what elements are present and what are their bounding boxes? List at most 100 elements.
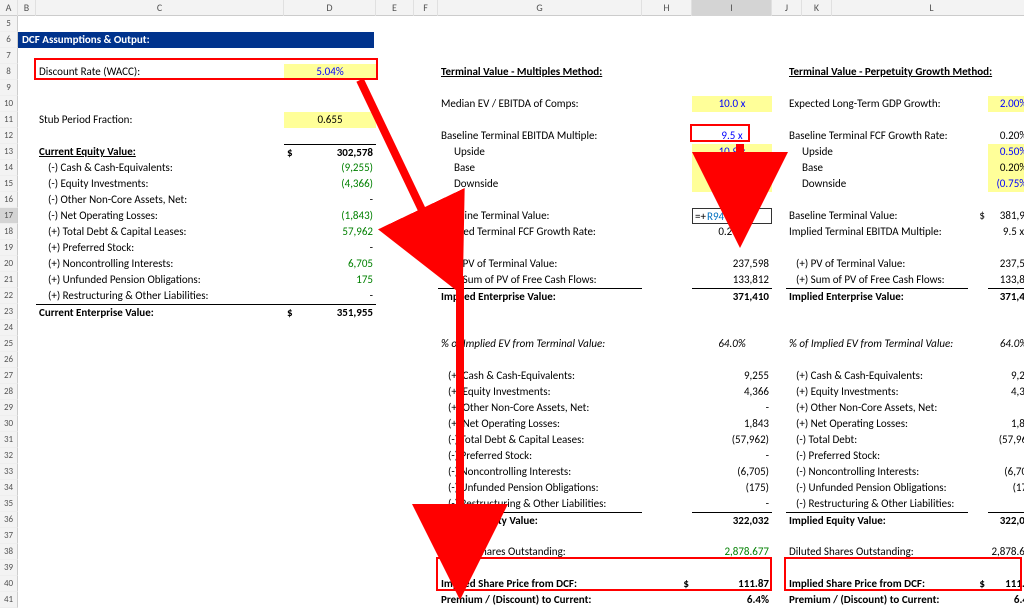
r-upside-value[interactable]: 0.50% (988, 144, 1024, 160)
spreadsheet-body[interactable]: DCF Assumptions & Output: Discount Rate … (18, 16, 1024, 608)
row-18[interactable]: 18 (0, 224, 18, 240)
row-29[interactable]: 29 (0, 400, 18, 416)
r-adj-val[interactable]: 9,255 (988, 368, 1024, 384)
adj-val[interactable]: (4,366) (284, 176, 376, 192)
row-25[interactable]: 25 (0, 336, 18, 352)
row-38[interactable]: 38 (0, 544, 18, 560)
upside-value[interactable]: 10.9 x (692, 144, 772, 160)
row-5[interactable]: 5 (0, 16, 18, 32)
r-pvtv-value[interactable]: 237,598 (988, 256, 1024, 272)
row-21[interactable]: 21 (0, 272, 18, 288)
col-H[interactable]: H (642, 0, 692, 16)
item-value[interactable]: 9.5 x (988, 224, 1024, 240)
isp-value[interactable]: 111.87 (692, 576, 772, 592)
pct-value[interactable]: 64.0% (692, 336, 772, 352)
r-pct-value[interactable]: 64.0% (988, 336, 1024, 352)
row-12[interactable]: 12 (0, 128, 18, 144)
adj-val[interactable]: 6,705 (284, 256, 376, 272)
r-iev-value[interactable]: 371,410 (988, 288, 1024, 304)
median-ev-value[interactable]: 10.0 x (692, 96, 772, 112)
row-headers[interactable]: 5678910111213141516171819202122232425262… (0, 16, 18, 608)
column-headers[interactable]: A B C D E F G H I J K L M N (0, 0, 1024, 16)
r-ieqv-value[interactable]: 322,032 (988, 512, 1024, 528)
row-11[interactable]: 11 (0, 112, 18, 128)
m-adj-val[interactable]: (6,705) (692, 464, 772, 480)
m-adj-val[interactable]: 1,843 (692, 416, 772, 432)
row-19[interactable]: 19 (0, 240, 18, 256)
r-adj-val[interactable]: (175) (988, 480, 1024, 496)
col-B[interactable]: B (18, 0, 36, 16)
m-adj-val[interactable]: - (692, 496, 772, 512)
adj-val[interactable]: (1,843) (284, 208, 376, 224)
m-adj-val[interactable]: - (692, 448, 772, 464)
col-D[interactable]: D (284, 0, 376, 16)
wacc-value[interactable]: 5.04% (284, 64, 376, 80)
row-28[interactable]: 28 (0, 384, 18, 400)
r-adj-val[interactable]: - (988, 448, 1024, 464)
row-30[interactable]: 30 (0, 416, 18, 432)
r-prem-value[interactable]: 6.4% (988, 592, 1024, 608)
r-pvfcf-value[interactable]: 133,812 (988, 272, 1024, 288)
prem-value[interactable]: 6.4% (692, 592, 772, 608)
col-J[interactable]: J (772, 0, 802, 16)
gdp-value[interactable]: 2.00% (988, 96, 1024, 112)
row-7[interactable]: 7 (0, 48, 18, 64)
row-14[interactable]: 14 (0, 160, 18, 176)
row-41[interactable]: 41 (0, 592, 18, 608)
row-17[interactable]: 17 (0, 208, 18, 224)
r-adj-val[interactable]: 1,843 (988, 416, 1024, 432)
row-13[interactable]: 13 (0, 144, 18, 160)
row-27[interactable]: 27 (0, 368, 18, 384)
r-down-value[interactable]: (0.75%) (988, 176, 1024, 192)
row-6[interactable]: 6 (0, 32, 18, 48)
iev-value[interactable]: 371,410 (692, 288, 772, 304)
stub-value[interactable]: 0.655 (284, 112, 376, 128)
m-adj-val[interactable]: 4,366 (692, 384, 772, 400)
row-37[interactable]: 37 (0, 528, 18, 544)
row-40[interactable]: 40 (0, 576, 18, 592)
base-value[interactable]: 9.5 x (692, 160, 772, 176)
adj-val[interactable]: - (284, 192, 376, 208)
row-36[interactable]: 36 (0, 512, 18, 528)
adj-val[interactable]: - (284, 240, 376, 256)
col-A[interactable]: A (0, 0, 18, 16)
row-20[interactable]: 20 (0, 256, 18, 272)
row-9[interactable]: 9 (0, 80, 18, 96)
row-16[interactable]: 16 (0, 192, 18, 208)
col-E[interactable]: E (376, 0, 414, 16)
m-adj-val[interactable]: (57,962) (692, 432, 772, 448)
row-23[interactable]: 23 (0, 304, 18, 320)
col-F[interactable]: F (414, 0, 438, 16)
m-adj-val[interactable]: 9,255 (692, 368, 772, 384)
r-adj-val[interactable]: 4,366 (988, 384, 1024, 400)
r-adj-val[interactable]: (57,962) (988, 432, 1024, 448)
cent-value[interactable]: $351,955 (284, 304, 376, 320)
r-isp-value[interactable]: 111.87 (988, 576, 1024, 592)
r-adj-val[interactable]: (6,705) (988, 464, 1024, 480)
m-adj-val[interactable]: (175) (692, 480, 772, 496)
r-dso-value[interactable]: 2,878.677 (988, 544, 1024, 560)
ieqv-value[interactable]: 322,032 (692, 512, 772, 528)
row-26[interactable]: 26 (0, 352, 18, 368)
col-K[interactable]: K (802, 0, 832, 16)
base-mult-value[interactable]: 9.5 x (692, 128, 772, 144)
row-39[interactable]: 39 (0, 560, 18, 576)
row-31[interactable]: 31 (0, 432, 18, 448)
itfgr-value[interactable]: 0.20% (692, 224, 772, 240)
dso-value[interactable]: 2,878.677 (692, 544, 772, 560)
col-I[interactable]: I (692, 0, 772, 16)
row-32[interactable]: 32 (0, 448, 18, 464)
row-33[interactable]: 33 (0, 464, 18, 480)
row-10[interactable]: 10 (0, 96, 18, 112)
row-15[interactable]: 15 (0, 176, 18, 192)
adj-val[interactable]: 57,962 (284, 224, 376, 240)
adj-val[interactable]: (9,255) (284, 160, 376, 176)
base-fcf-value[interactable]: 0.20% (988, 128, 1024, 144)
col-G[interactable]: G (438, 0, 642, 16)
pvfcf-value[interactable]: 133,812 (692, 272, 772, 288)
row-22[interactable]: 22 (0, 288, 18, 304)
down-value[interactable]: 6.9 x (692, 176, 772, 192)
row-35[interactable]: 35 (0, 496, 18, 512)
r-base-value[interactable]: 0.20% (988, 160, 1024, 176)
m-adj-val[interactable]: - (692, 400, 772, 416)
